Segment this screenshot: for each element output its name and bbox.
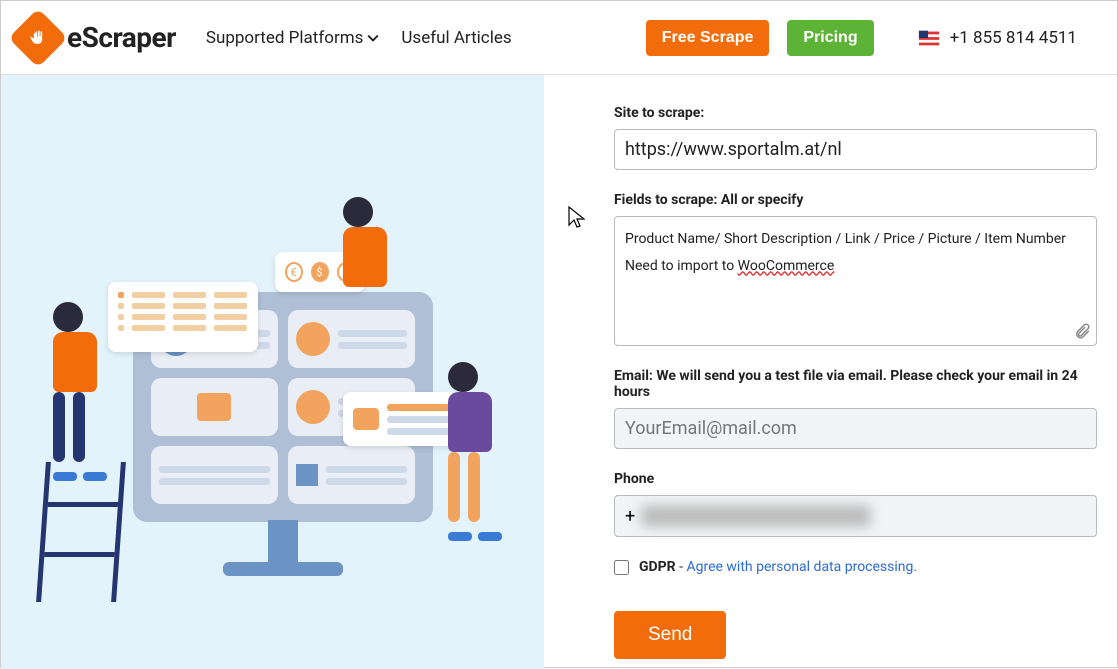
phone-contact[interactable]: +1 855 814 4511: [918, 27, 1077, 49]
form-panel: Site to scrape: Fields to scrape: All or…: [544, 75, 1117, 669]
illustration-panel: €$£: [1, 75, 544, 669]
float-table-graphic: [108, 282, 258, 352]
float-product-graphic: [343, 392, 463, 446]
us-flag-icon: [918, 27, 940, 49]
phone-number: +1 855 814 4511: [950, 28, 1077, 48]
gdpr-dash: -: [676, 559, 687, 575]
hand-icon: [28, 28, 48, 48]
fields-line1: Product Name/ Short Description / Link /…: [625, 226, 1086, 253]
email-label: Email: We will send you a test file via …: [614, 368, 1097, 400]
illustration: €$£: [13, 142, 533, 602]
send-button[interactable]: Send: [614, 611, 726, 659]
site-input[interactable]: [614, 129, 1097, 170]
fields-label: Fields to scrape: All or specify: [614, 192, 1097, 208]
person-left-graphic: [53, 302, 107, 485]
logo[interactable]: eScraper: [17, 17, 176, 59]
nav-supported-platforms-label: Supported Platforms: [206, 28, 364, 48]
fields-textarea[interactable]: Product Name/ Short Description / Link /…: [614, 216, 1097, 346]
free-scrape-button[interactable]: Free Scrape: [646, 20, 770, 56]
nav-supported-platforms[interactable]: Supported Platforms: [206, 28, 380, 48]
gdpr-link[interactable]: Agree with personal data processing.: [686, 559, 917, 575]
fields-line2-link: WooCommerce: [738, 258, 835, 274]
person-right-graphic: [448, 362, 502, 545]
main: €$£ S: [1, 75, 1117, 669]
gdpr-row: GDPR - Agree with personal data processi…: [614, 559, 1097, 575]
gdpr-checkbox[interactable]: [614, 560, 629, 575]
phone-label: Phone: [614, 471, 1097, 487]
nav-useful-articles[interactable]: Useful Articles: [401, 28, 511, 48]
email-input[interactable]: [614, 408, 1097, 449]
chevron-down-icon: [367, 32, 379, 44]
person-top-graphic: [343, 197, 387, 287]
logo-mark-icon: [8, 8, 67, 67]
pricing-button[interactable]: Pricing: [787, 20, 873, 56]
gdpr-label: GDPR: [639, 559, 676, 575]
fields-line2-prefix: Need to import to: [625, 258, 738, 274]
phone-input[interactable]: +: [614, 495, 1097, 537]
phone-prefix: +: [625, 506, 635, 527]
attachment-icon[interactable]: [1073, 322, 1091, 340]
brand-name: eScraper: [67, 21, 176, 54]
site-label: Site to scrape:: [614, 105, 1097, 121]
top-nav: Supported Platforms Useful Articles: [206, 28, 512, 48]
header: eScraper Supported Platforms Useful Arti…: [1, 1, 1117, 75]
nav-useful-articles-label: Useful Articles: [401, 28, 511, 48]
phone-redacted: [641, 505, 871, 527]
